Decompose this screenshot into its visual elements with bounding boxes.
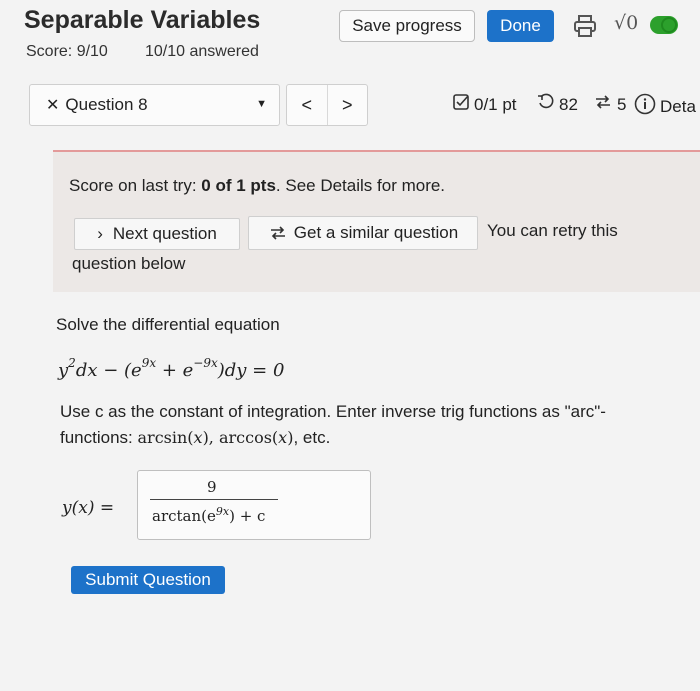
question-prompt: Solve the differential equation — [56, 315, 280, 334]
retries-count: 82 — [559, 94, 578, 114]
math-toggle-switch[interactable] — [650, 16, 678, 34]
arcsin-example: arcsin(x), arccos(x) — [137, 428, 294, 447]
info-icon — [634, 93, 656, 120]
chevron-down-icon: ▼ — [256, 98, 267, 110]
instruction-prefix: functions: — [60, 428, 138, 447]
math-keyboard-icon[interactable]: √0 — [614, 12, 638, 34]
denominator-exponent: 9x — [215, 505, 230, 518]
answered-count: 10/10 answered — [145, 43, 259, 60]
question-nav-group: < > — [286, 84, 368, 126]
next-question-button[interactable]: › Next question — [74, 218, 240, 250]
similar-question-label: Get a similar question — [293, 223, 459, 242]
retry-icon — [537, 93, 555, 116]
details-link[interactable]: Deta — [634, 93, 696, 120]
next-question-arrow-button[interactable]: > — [326, 85, 368, 125]
last-try-text: Score on last try: 0 of 1 pts. See Detai… — [69, 176, 445, 196]
answer-denominator: arctan(e9x) + c — [152, 505, 265, 525]
incorrect-icon: ✕ — [46, 97, 60, 114]
toggle-knob — [661, 17, 677, 33]
last-try-score: 0 of 1 pts — [201, 176, 276, 195]
retry-text-line1: You can retry this — [487, 221, 618, 240]
similar-icon — [268, 224, 288, 242]
answer-numerator: 9 — [207, 478, 217, 496]
details-label: Deta — [660, 96, 696, 116]
similar-icon — [593, 93, 613, 116]
submit-question-button[interactable]: Submit Question — [71, 566, 225, 594]
retry-text-line2: question below — [72, 254, 186, 273]
similar-stat: 5 — [593, 93, 626, 116]
question-select-label: Question 8 — [65, 95, 148, 114]
answer-label: y(x) = — [62, 498, 115, 518]
previous-question-button[interactable]: < — [287, 85, 327, 125]
chevron-right-icon: › — [97, 224, 103, 243]
last-try-suffix: . See Details for more. — [275, 176, 446, 195]
page-title: Separable Variables — [24, 6, 261, 34]
points-stat: 0/1 pt — [452, 93, 517, 116]
last-try-prefix: Score on last try: — [69, 176, 202, 195]
similar-question-button[interactable]: Get a similar question — [248, 216, 478, 250]
print-icon[interactable] — [572, 14, 598, 38]
denominator-prefix: arctan(e — [152, 507, 216, 525]
differential-equation: y2dx − (e9x + e−9x)dy = 0 — [58, 356, 285, 381]
instruction-line2: functions: arcsin(x), arccos(x), etc. — [60, 428, 331, 447]
instruction-line1: Use c as the constant of integration. En… — [60, 402, 606, 421]
denominator-suffix: ) + c — [229, 507, 266, 525]
retries-stat: 82 — [537, 93, 578, 116]
done-button[interactable]: Done — [487, 10, 554, 42]
points-text: 0/1 pt — [474, 94, 517, 114]
question-select[interactable]: ✕ Question 8 ▼ — [29, 84, 280, 126]
score-text: Score: 9/10 — [26, 43, 108, 60]
fraction-bar — [150, 499, 278, 500]
save-progress-button[interactable]: Save progress — [339, 10, 475, 42]
next-question-label: Next question — [112, 224, 217, 243]
checkbox-icon — [452, 93, 470, 116]
similar-count: 5 — [617, 94, 627, 114]
